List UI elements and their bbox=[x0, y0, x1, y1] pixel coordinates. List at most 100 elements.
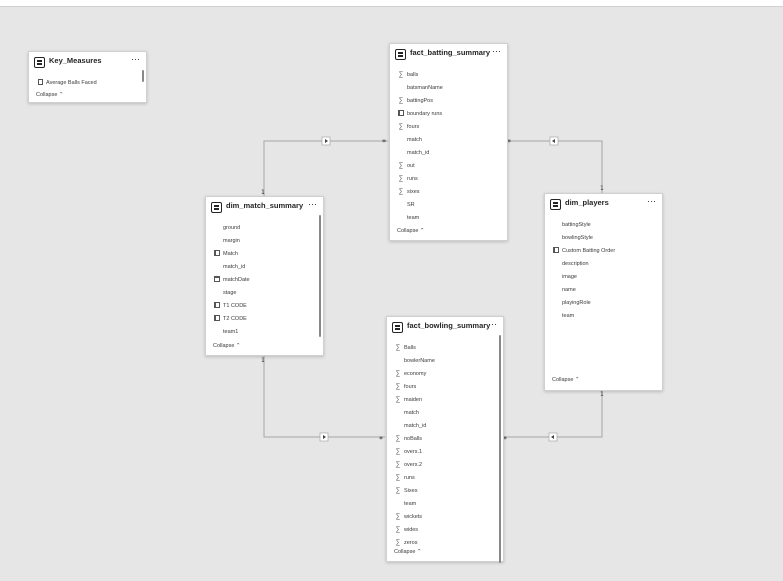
sigma-icon: ∑ bbox=[398, 188, 404, 195]
field-row[interactable]: team1 bbox=[206, 325, 323, 338]
field-row[interactable]: ∑ fours bbox=[387, 380, 503, 393]
table-card-fact-bowling-summary[interactable]: fact_bowling_summary ··· ∑ Balls bowlerNam… bbox=[386, 316, 504, 563]
field-row[interactable]: playingRole bbox=[545, 296, 662, 309]
collapse-button[interactable]: Collapse ⌃ bbox=[397, 228, 425, 234]
field-name: team bbox=[562, 313, 575, 319]
field-row[interactable]: T2 CODE bbox=[206, 312, 323, 325]
field-row[interactable]: match bbox=[387, 406, 503, 419]
field-row[interactable]: ∑ overs.1 bbox=[387, 445, 503, 458]
field-row[interactable]: ∑ zeros bbox=[387, 536, 503, 549]
field-row[interactable]: battingStyle bbox=[545, 218, 662, 231]
sigma-icon: ∑ bbox=[395, 513, 401, 520]
field-row[interactable]: image bbox=[545, 270, 662, 283]
field-row[interactable]: ∑ Balls bbox=[387, 341, 503, 354]
scrollbar[interactable] bbox=[319, 215, 321, 337]
field-row[interactable]: ∑ economy bbox=[387, 367, 503, 380]
field-row[interactable]: ∑ fours bbox=[390, 120, 507, 133]
field-name: sixes bbox=[407, 189, 420, 195]
sigma-icon: ∑ bbox=[395, 474, 401, 481]
sigma-icon: ∑ bbox=[398, 175, 404, 182]
field-row[interactable]: T1 CODE bbox=[206, 299, 323, 312]
field-list: battingStyle bowlingStyle Custom Batting O… bbox=[545, 218, 662, 322]
field-row[interactable]: ∑ balls bbox=[390, 68, 507, 81]
table-title: dim_match_summary bbox=[226, 201, 304, 210]
field-row[interactable]: ∑ battingPos bbox=[390, 94, 507, 107]
field-row[interactable]: ∑ wickets bbox=[387, 510, 503, 523]
relationship-match-batting bbox=[263, 140, 388, 196]
filter-arrow-3 bbox=[319, 432, 329, 442]
table-card-dim-match-summary[interactable]: dim_match_summary ··· ground margin Match m… bbox=[205, 196, 324, 356]
field-name: match bbox=[404, 410, 419, 416]
field-row[interactable]: match_id bbox=[387, 419, 503, 432]
field-row[interactable]: match bbox=[390, 133, 507, 146]
field-row[interactable]: match_id bbox=[206, 260, 323, 273]
field-name: boundary runs bbox=[407, 111, 443, 117]
field-row[interactable]: ∑ wides bbox=[387, 523, 503, 536]
field-name: balls bbox=[407, 72, 419, 78]
field-row[interactable]: name bbox=[545, 283, 662, 296]
table-icon bbox=[392, 322, 403, 333]
sigma-icon: ∑ bbox=[398, 71, 404, 78]
sigma-icon: ∑ bbox=[395, 383, 401, 390]
table-card-fact-batting-summary[interactable]: fact_batting_summary ··· ∑ balls batsmanNa… bbox=[389, 43, 508, 241]
field-row[interactable]: team bbox=[390, 211, 507, 224]
field-row[interactable]: batsmanName bbox=[390, 81, 507, 94]
field-name: noBalls bbox=[404, 436, 423, 442]
more-options-icon[interactable]: ··· bbox=[647, 196, 656, 206]
field-name: Average Balls Faced bbox=[46, 80, 97, 86]
collapse-button[interactable]: Collapse ⌃ bbox=[552, 377, 580, 383]
field-row[interactable]: ∑ Sixes bbox=[387, 484, 503, 497]
field-name: team bbox=[407, 215, 420, 221]
field-row[interactable]: Match bbox=[206, 247, 323, 260]
field-row[interactable]: ∑ maiden bbox=[387, 393, 503, 406]
cardinality-many-label: * bbox=[382, 138, 386, 147]
field-row[interactable]: ∑ overs.2 bbox=[387, 458, 503, 471]
relationship-match-bowling bbox=[263, 354, 385, 438]
field-name: zeros bbox=[404, 540, 418, 546]
field-row[interactable]: ∑ noBalls bbox=[387, 432, 503, 445]
field-row[interactable]: ∑ out bbox=[390, 159, 507, 172]
more-options-icon[interactable]: ··· bbox=[308, 199, 317, 209]
sigma-icon: ∑ bbox=[395, 396, 401, 403]
more-options-icon[interactable]: ··· bbox=[492, 46, 501, 56]
collapse-button[interactable]: Collapse ⌃ bbox=[394, 549, 422, 555]
field-row[interactable]: Custom Batting Order bbox=[545, 244, 662, 257]
filter-arrow-4 bbox=[548, 432, 558, 442]
field-row[interactable]: boundary runs bbox=[390, 107, 507, 120]
sigma-icon: ∑ bbox=[395, 344, 401, 351]
field-name: batsmanName bbox=[407, 85, 443, 91]
field-row[interactable]: team bbox=[387, 497, 503, 510]
field-row[interactable]: description bbox=[545, 257, 662, 270]
sigma-icon: ∑ bbox=[395, 461, 401, 468]
table-icon bbox=[395, 49, 406, 60]
table-card-key-measures[interactable]: Key_Measures ··· Average Balls Faced Col… bbox=[28, 51, 147, 103]
field-row[interactable]: ∑ sixes bbox=[390, 185, 507, 198]
table-card-dim-players[interactable]: dim_players ··· battingStyle bowlingStyle… bbox=[544, 193, 663, 391]
sigma-icon: ∑ bbox=[395, 526, 401, 533]
collapse-button[interactable]: Collapse ⌃ bbox=[213, 343, 241, 349]
field-name: match_id bbox=[404, 423, 427, 429]
field-row[interactable]: ground bbox=[206, 221, 323, 234]
field-name: T2 CODE bbox=[223, 316, 247, 322]
field-name: stage bbox=[223, 290, 237, 296]
field-row[interactable]: margin bbox=[206, 234, 323, 247]
field-row[interactable]: ∑ runs bbox=[387, 471, 503, 484]
collapse-button[interactable]: Collapse ⌃ bbox=[36, 92, 64, 98]
scrollbar[interactable] bbox=[499, 335, 501, 563]
field-name: matchDate bbox=[223, 277, 250, 283]
field-row[interactable]: SR bbox=[390, 198, 507, 211]
more-options-icon[interactable]: ··· bbox=[488, 319, 497, 329]
sigma-icon: ∑ bbox=[398, 162, 404, 169]
field-row[interactable]: stage bbox=[206, 286, 323, 299]
field-row[interactable]: bowlingStyle bbox=[545, 231, 662, 244]
field-row[interactable]: matchDate bbox=[206, 273, 323, 286]
field-row[interactable]: ∑ runs bbox=[390, 172, 507, 185]
scrollbar[interactable] bbox=[142, 70, 144, 82]
field-row[interactable]: Average Balls Faced bbox=[29, 76, 146, 89]
more-options-icon[interactable]: ··· bbox=[131, 54, 140, 64]
field-name: overs.1 bbox=[404, 449, 423, 455]
field-row[interactable]: bowlerName bbox=[387, 354, 503, 367]
field-name: match_id bbox=[407, 150, 430, 156]
field-row[interactable]: match_id bbox=[390, 146, 507, 159]
field-row[interactable]: team bbox=[545, 309, 662, 322]
